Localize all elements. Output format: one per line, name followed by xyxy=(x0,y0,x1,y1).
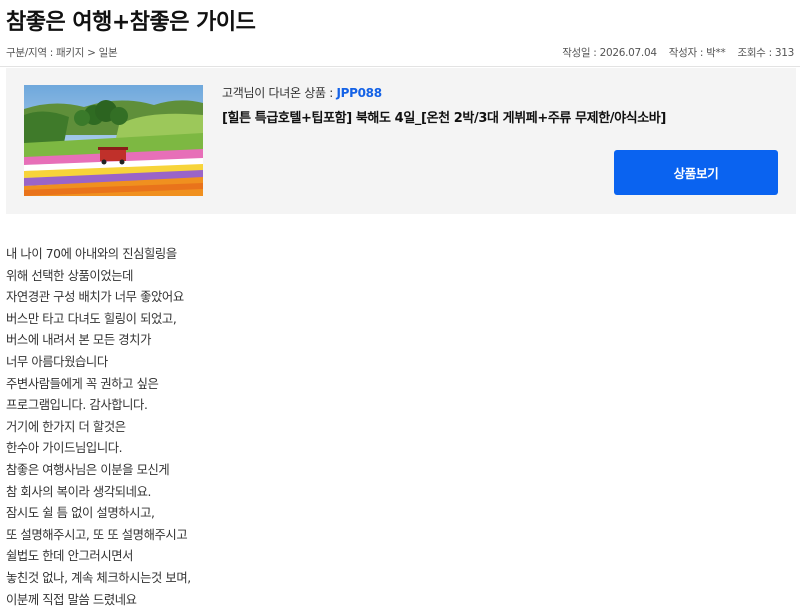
review-line: 참 회사의 복이라 생각되네요. xyxy=(6,482,191,504)
author-label: 작성자 : 박** xyxy=(669,47,726,59)
review-line: 프로그램입니다. 감사합니다. xyxy=(6,395,191,417)
review-line: 이분께 직접 말씀 드렸네요 xyxy=(6,590,191,611)
breadcrumb: 구분/지역 : 패키지 > 일본 xyxy=(6,45,117,60)
review-line: 쉴법도 한데 안그러시면서 xyxy=(6,546,191,568)
review-line: 거기에 한가지 더 할것은 xyxy=(6,417,191,439)
review-line: 참좋은 여행사님은 이분을 모신게 xyxy=(6,460,191,482)
views-label: 조회수 : 313 xyxy=(737,47,794,59)
flower-field-image xyxy=(24,85,203,196)
review-line: 놓친것 없나, 계속 체크하시는것 보며, xyxy=(6,568,191,590)
product-code-prefix: 고객님이 다녀온 상품 : xyxy=(222,86,336,100)
review-line: 버스에 내려서 본 모든 경치가 xyxy=(6,330,191,352)
divider xyxy=(0,66,800,67)
date-label: 작성일 : 2026.07.04 xyxy=(562,47,657,59)
review-line: 위해 선택한 상품이었는데 xyxy=(6,266,191,288)
review-line: 너무 아름다웠습니다 xyxy=(6,352,191,374)
review-line: 내 나이 70에 아내와의 진심힐링을 xyxy=(6,244,191,266)
meta-info: 작성일 : 2026.07.04 작성자 : 박** 조회수 : 313 xyxy=(553,45,794,60)
review-line: 한수아 가이드님입니다. xyxy=(6,438,191,460)
product-thumbnail[interactable] xyxy=(24,85,203,196)
review-line: 잠시도 쉴 틈 없이 설명하시고, xyxy=(6,503,191,525)
review-line: 자연경관 구성 배치가 너무 좋았어요 xyxy=(6,287,191,309)
product-code: JPP088 xyxy=(336,86,381,100)
review-line: 또 설명해주시고, 또 또 설명해주시고 xyxy=(6,525,191,547)
page-title: 참좋은 여행+참좋은 가이드 xyxy=(6,4,255,36)
review-body: 내 나이 70에 아내와의 진심힐링을위해 선택한 상품이었는데자연경관 구성 … xyxy=(6,244,191,611)
product-code-line: 고객님이 다녀온 상품 : JPP088 xyxy=(222,84,382,101)
product-name[interactable]: [힐튼 특급호텔+팁포함] 북해도 4일_[온천 2박/3대 게뷔페+주류 무제… xyxy=(222,107,666,126)
product-panel: 고객님이 다녀온 상품 : JPP088 [힐튼 특급호텔+팁포함] 북해도 4… xyxy=(6,68,796,214)
view-product-button[interactable]: 상품보기 xyxy=(614,150,778,195)
review-line: 버스만 타고 다녀도 힐링이 되었고, xyxy=(6,309,191,331)
review-page: 참좋은 여행+참좋은 가이드 구분/지역 : 패키지 > 일본 작성일 : 20… xyxy=(0,0,800,610)
meta-row: 구분/지역 : 패키지 > 일본 작성일 : 2026.07.04 작성자 : … xyxy=(6,42,794,62)
review-line: 주변사람들에게 꼭 권하고 싶은 xyxy=(6,374,191,396)
